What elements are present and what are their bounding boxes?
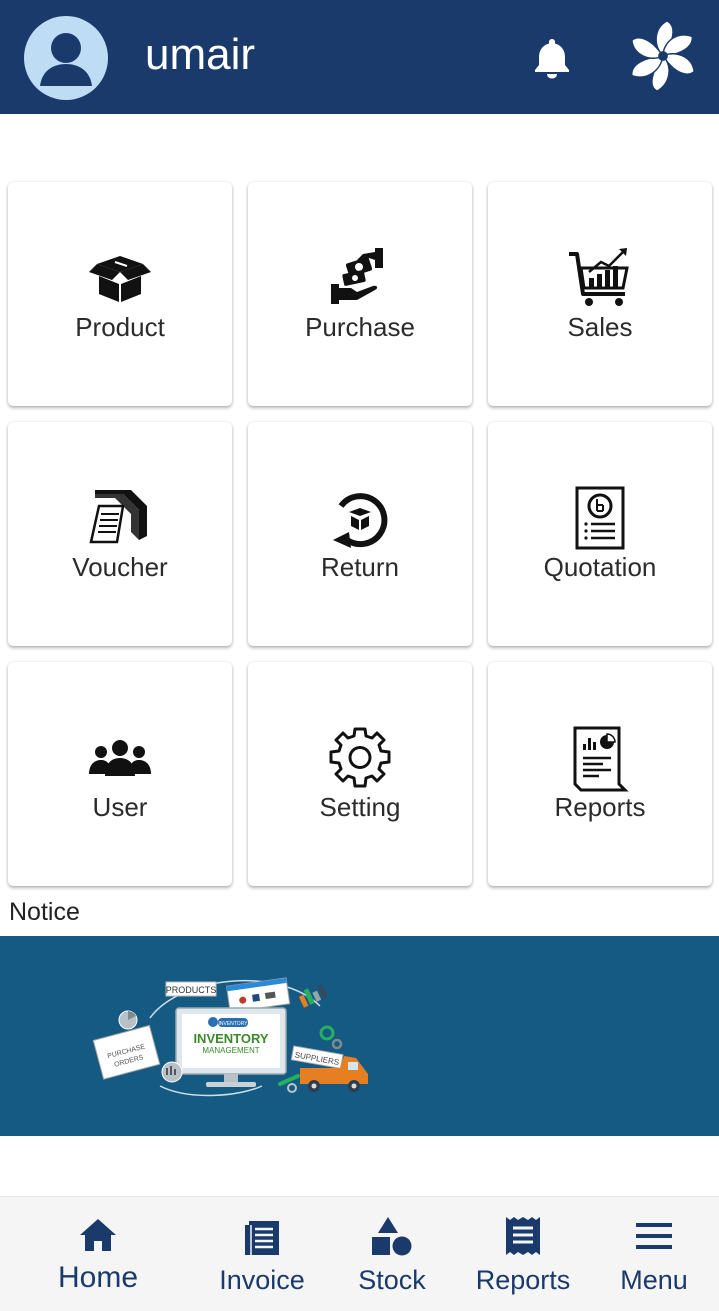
tile-label: Purchase [305,312,415,342]
banner-management-text: MANAGEMENT [202,1046,259,1055]
nav-home[interactable]: Home [30,1197,166,1311]
users-group-icon [87,726,153,792]
nav-label: Stock [358,1265,426,1295]
tile-label: Quotation [543,552,657,582]
nav-label: Menu [620,1265,688,1295]
banner-products-text: PRODUCTS [166,985,217,995]
nav-stock[interactable]: Stock [340,1197,444,1311]
tile-setting[interactable]: Setting [248,662,472,886]
tile-label: Reports [554,792,646,822]
banner-inventory-text: INVENTORY [193,1031,268,1046]
notice-banner[interactable]: PRODUCTS INVENTORY INVENTORY MANAGEMENT [0,936,719,1136]
tile-return[interactable]: Return [248,422,472,646]
app-logo-icon[interactable] [624,16,702,96]
tile-label: Setting [319,792,401,822]
reports-receipt-icon [506,1217,540,1255]
quotation-document-icon [567,486,633,552]
voucher-printer-icon [87,486,153,552]
tile-label: Voucher [72,552,168,582]
banner-logo-text: INVENTORY [219,1021,249,1027]
tile-reports[interactable]: Reports [488,662,712,886]
tile-purchase[interactable]: Purchase [248,182,472,406]
user-avatar-icon[interactable] [24,16,108,100]
tile-user[interactable]: User [8,662,232,886]
nav-menu[interactable]: Menu [604,1197,704,1311]
nav-label: Invoice [219,1265,305,1295]
return-circular-arrow-icon [327,486,393,552]
tile-label: Return [320,552,400,582]
tile-product[interactable]: Product [8,182,232,406]
bell-icon[interactable] [532,37,572,79]
product-box-icon [87,246,153,312]
sales-cart-chart-icon [567,246,633,312]
nav-label: Reports [475,1265,571,1295]
purchase-hand-money-icon [327,246,393,312]
report-document-icon [567,726,633,792]
username: umair [145,30,256,79]
nav-reports[interactable]: Reports [462,1197,584,1311]
notice-heading: Notice [9,898,80,926]
invoice-icon [245,1221,279,1255]
tile-label: User [92,792,148,822]
tile-label: Product [75,312,165,342]
app-header: umair [0,0,719,114]
bottom-navigation: Home Invoice Stock Reports Menu [0,1196,719,1311]
stock-shapes-icon [372,1217,412,1256]
hamburger-menu-icon [636,1223,672,1249]
nav-invoice[interactable]: Invoice [196,1197,328,1311]
inventory-management-illustration: PRODUCTS INVENTORY INVENTORY MANAGEMENT [92,977,368,1097]
nav-label: Home [57,1261,139,1294]
tile-label: Sales [567,312,633,342]
tile-voucher[interactable]: Voucher [8,422,232,646]
tile-sales[interactable]: Sales [488,182,712,406]
tile-quotation[interactable]: Quotation [488,422,712,646]
home-icon [80,1219,116,1251]
gear-icon [327,726,393,792]
